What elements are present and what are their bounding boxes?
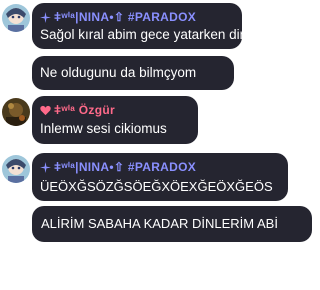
message-text: ALİRİM SABAHA KADAR DİNLERİM ABİ (41, 216, 278, 231)
sender-name[interactable]: ǂʷⁱᵃ|NINA•⇧ #PARADOX (40, 159, 288, 175)
heart-icon (40, 105, 51, 115)
message-bubble[interactable]: ǂʷⁱᵃ|NINA•⇧ #PARADOX Sağol kıral abim ge… (32, 3, 279, 49)
photo-avatar-icon (2, 98, 30, 126)
nina-avatar[interactable] (2, 155, 30, 183)
message-bubble[interactable]: ALİRİM SABAHA KADAR DİNLERİM ABİ (32, 206, 312, 242)
sender-name[interactable]: ǂʷⁱᵃ Özgür (40, 102, 198, 118)
ozgur-avatar[interactable] (2, 98, 30, 126)
anime-avatar-icon (2, 155, 30, 183)
message-text: Sağol kıral abim gece yatarken dinlicem (40, 27, 279, 42)
sender-name[interactable]: ǂʷⁱᵃ|NINA•⇧ #PARADOX (40, 9, 242, 25)
message-bubble[interactable]: ǂʷⁱᵃ Özgür Inlemw sesi cikiomus (32, 96, 198, 144)
message-text: ÜEÖXĞSÖZĞSÖEĞXÖEXĞEÖXĞEÖS (40, 179, 273, 194)
anime-avatar-icon (2, 4, 30, 32)
sparkle-icon (40, 161, 51, 173)
message-bubble[interactable]: ǂʷⁱᵃ|NINA•⇧ #PARADOX ÜEÖXĞSÖZĞSÖEĞXÖEXĞE… (32, 153, 288, 201)
message-text: Ne oldugunu da bilmçyom (40, 65, 197, 80)
nina-avatar[interactable] (2, 4, 30, 32)
sparkle-icon (40, 11, 51, 23)
message-text: Inlemw sesi cikiomus (40, 121, 167, 136)
chat-thread: ǂʷⁱᵃ|NINA•⇧ #PARADOX Sağol kıral abim ge… (0, 0, 320, 290)
message-bubble[interactable]: Ne oldugunu da bilmçyom (32, 56, 234, 90)
